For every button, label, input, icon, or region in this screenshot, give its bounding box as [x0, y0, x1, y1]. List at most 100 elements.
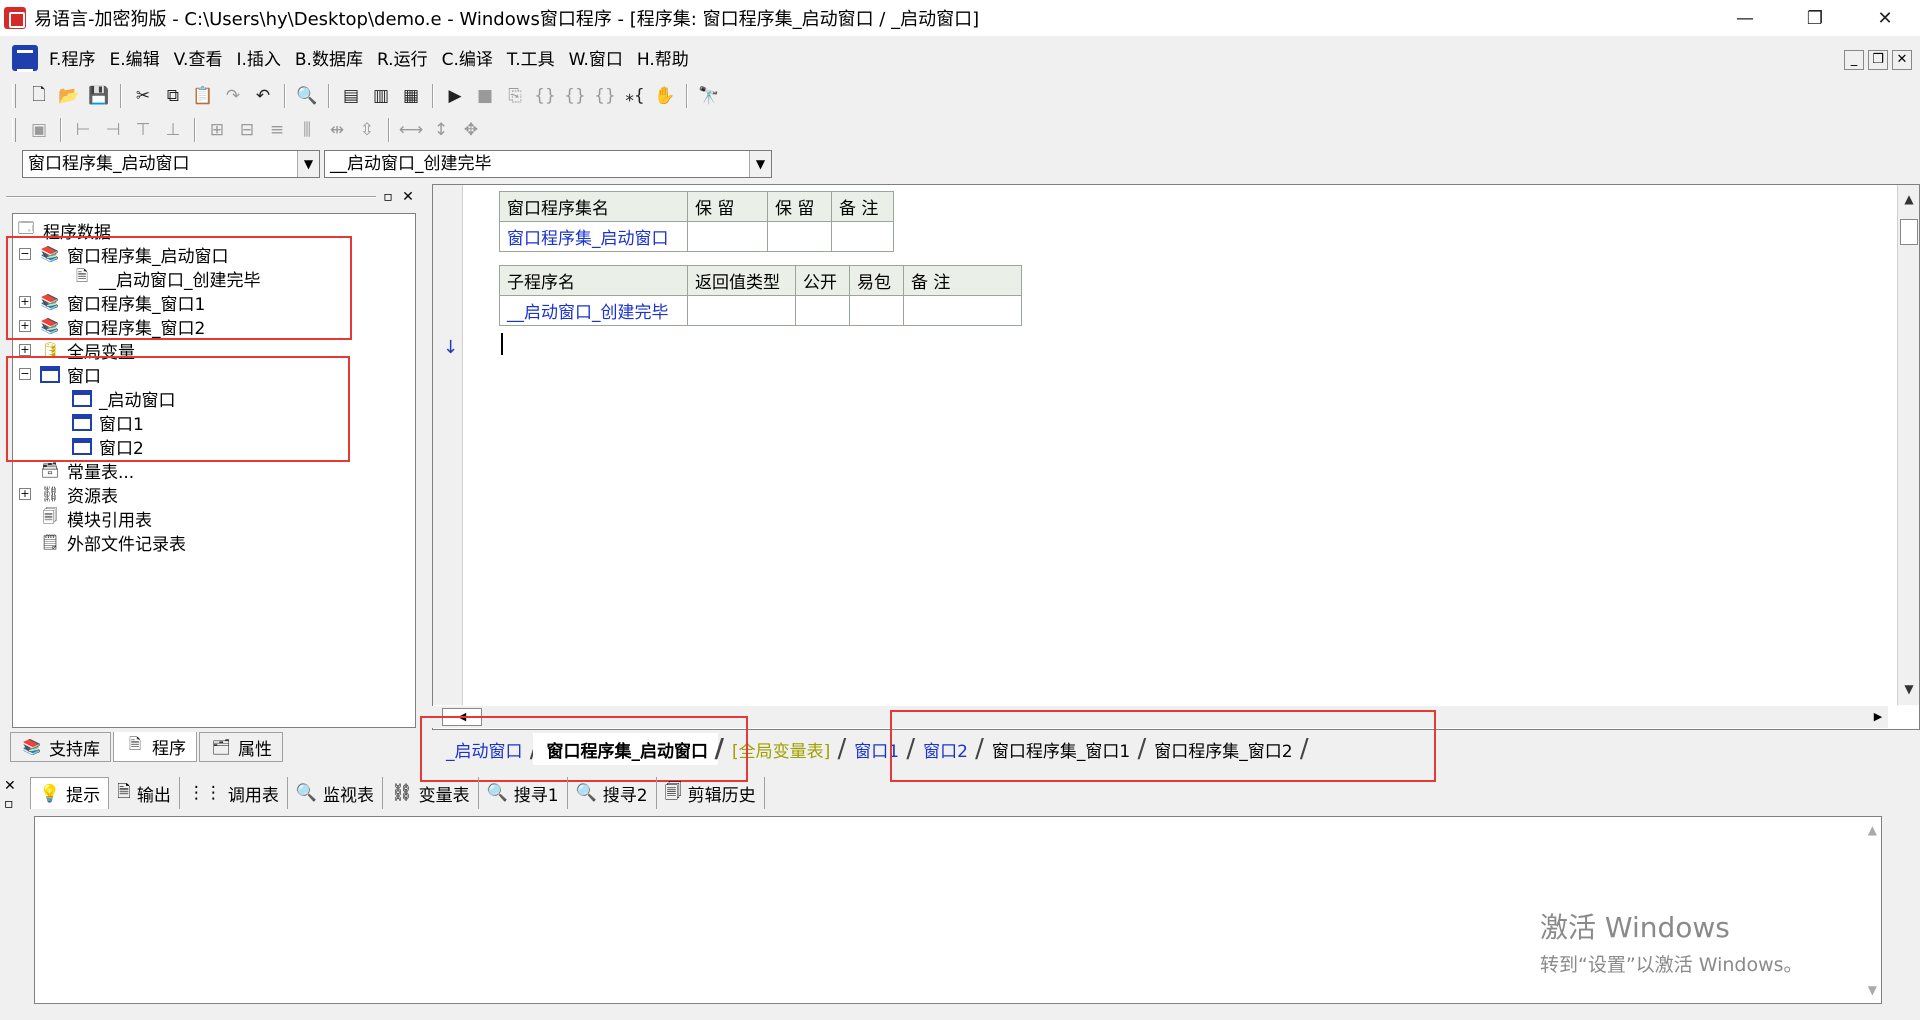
redo-icon[interactable]: ↷ — [218, 82, 248, 110]
tab-search1[interactable]: 🔍 搜寻1 — [479, 777, 568, 809]
toolbar-grip[interactable] — [12, 84, 16, 108]
tab-call-stack[interactable]: ⋮⋮ 调用表 — [180, 777, 288, 809]
center-horizontal-icon[interactable]: ⊞ — [202, 116, 232, 144]
tree-item-external-files[interactable]: 🗒 外部文件记录表 — [39, 530, 186, 555]
minimize-button[interactable]: — — [1710, 0, 1780, 36]
run-icon[interactable]: ▶ — [440, 82, 470, 110]
scroll-down-icon[interactable]: ▼ — [1900, 679, 1918, 699]
step-icon[interactable]: ⎘ — [500, 82, 530, 110]
menu-run[interactable]: R.运行 — [370, 38, 435, 78]
menu-tools[interactable]: T.工具 — [500, 38, 562, 78]
copy-icon[interactable]: ⧉ — [158, 82, 188, 110]
mdi-restore-button[interactable]: ❐ — [1868, 50, 1888, 70]
expand-icon[interactable]: + — [19, 344, 31, 356]
tab-watch[interactable]: 🔍 监视表 — [288, 777, 384, 809]
form-icon[interactable]: ▣ — [24, 116, 54, 144]
tab-properties[interactable]: 🗂 属性 — [199, 732, 283, 762]
hand-icon[interactable]: ✋ — [650, 82, 680, 110]
layout-left-icon[interactable]: ▤ — [336, 82, 366, 110]
align-toolbar: ▣ ⊢ ⊣ ⊤ ⊥ ⊞ ⊟ ≡ ⫼ ⇹ ⇳ ⟷ ↕ ✥ — [0, 114, 486, 146]
tab-variables[interactable]: ⛓ 变量表 — [383, 777, 479, 809]
step-over-icon[interactable]: {} — [560, 82, 590, 110]
scroll-down-icon[interactable]: ▼ — [1868, 983, 1877, 997]
height-icon[interactable]: ↕ — [426, 116, 456, 144]
save-icon[interactable]: 💾 — [84, 82, 114, 110]
chevron-down-icon[interactable]: ▼ — [749, 151, 771, 177]
space-vertical-icon[interactable]: ⇳ — [352, 116, 382, 144]
stop-icon[interactable]: ■ — [470, 82, 500, 110]
menu-logo-icon[interactable] — [12, 45, 38, 72]
undo-icon[interactable]: ↶ — [248, 82, 278, 110]
step-into-icon[interactable]: {} — [530, 82, 560, 110]
tab-clip-history[interactable]: 🗐 剪辑历史 — [657, 777, 765, 809]
align-right-icon[interactable]: ⊣ — [98, 116, 128, 144]
table-cell[interactable] — [903, 295, 1022, 326]
run-to-cursor-icon[interactable]: ⁎{ — [620, 82, 650, 110]
mdi-minimize-button[interactable]: _ — [1844, 50, 1864, 70]
align-top-icon[interactable]: ⊤ — [128, 116, 158, 144]
panel-restore-icon[interactable]: ▫ — [4, 794, 22, 814]
col-header: 子程序名 — [499, 265, 688, 296]
menu-view[interactable]: V.查看 — [167, 38, 230, 78]
table-cell[interactable] — [849, 295, 904, 326]
scroll-up-icon[interactable]: ▲ — [1900, 189, 1918, 209]
menu-program[interactable]: F.程序 — [42, 38, 102, 78]
restore-button[interactable]: ❐ — [1780, 0, 1850, 36]
tab-output[interactable]: 🗎 输出 — [109, 777, 180, 809]
space-horizontal-icon[interactable]: ⇹ — [322, 116, 352, 144]
col-header: 易包 — [849, 265, 904, 296]
center-vertical-icon[interactable]: ⊟ — [232, 116, 262, 144]
program-set-combo[interactable]: 窗口程序集_启动窗口 ▼ — [22, 150, 320, 178]
align-bottom-icon[interactable]: ⊥ — [158, 116, 188, 144]
tree-item-module-refs[interactable]: 🗐 模块引用表 — [39, 506, 153, 531]
vertical-scrollbar[interactable]: ▲ ▼ — [1897, 185, 1919, 705]
scroll-right-icon[interactable]: ▶ — [1868, 708, 1888, 726]
mdi-close-button[interactable]: ✕ — [1892, 50, 1912, 70]
chevron-down-icon[interactable]: ▼ — [297, 151, 319, 177]
step-out-icon[interactable]: {} — [590, 82, 620, 110]
program-set-name-cell[interactable]: 窗口程序集_启动窗口 — [499, 221, 688, 252]
table-cell[interactable] — [687, 221, 768, 252]
menu-edit[interactable]: E.编辑 — [102, 38, 166, 78]
same-width-icon[interactable]: ⫼ — [292, 116, 322, 144]
tab-support-library[interactable]: 📚 支持库 — [10, 732, 111, 762]
tab-search2[interactable]: 🔍 搜寻2 — [568, 777, 657, 809]
call-stack-icon: ⋮⋮ — [187, 783, 222, 803]
panel-close-icon[interactable]: ✕ — [400, 190, 416, 206]
panel-restore-icon[interactable]: ▫ — [380, 190, 396, 206]
find-icon[interactable]: 🔍 — [292, 82, 322, 110]
menu-compile[interactable]: C.编译 — [435, 38, 500, 78]
open-folder-icon[interactable]: 📂 — [54, 82, 84, 110]
table-cell[interactable] — [687, 295, 796, 326]
toolbar-grip[interactable] — [12, 118, 16, 142]
same-height-icon[interactable]: ≡ — [262, 116, 292, 144]
menu-help[interactable]: H.帮助 — [630, 38, 696, 78]
close-button[interactable]: ✕ — [1850, 0, 1920, 36]
tree-item-resources[interactable]: + ⛓ 资源表 — [19, 482, 118, 507]
width-icon[interactable]: ⟷ — [396, 116, 426, 144]
toolbar-separator — [120, 84, 122, 108]
subroutine-combo[interactable]: __启动窗口_创建完毕 ▼ — [324, 150, 772, 178]
align-left-icon[interactable]: ⊢ — [68, 116, 98, 144]
new-file-icon[interactable]: 🗋 — [24, 82, 54, 110]
cut-icon[interactable]: ✂ — [128, 82, 158, 110]
tab-hint[interactable]: 💡 提示 — [30, 777, 110, 809]
size-both-icon[interactable]: ✥ — [456, 116, 486, 144]
tab-program[interactable]: 🗎 程序 — [113, 732, 197, 762]
layout-full-icon[interactable]: ▦ — [396, 82, 426, 110]
expand-icon[interactable]: + — [19, 488, 31, 500]
layout-bottom-icon[interactable]: ▥ — [366, 82, 396, 110]
code-editor[interactable]: 窗口程序集名 保 留 保 留 备 注 窗口程序集_启动窗口 子程序名 返回值类型… — [432, 184, 1920, 730]
menu-window[interactable]: W.窗口 — [562, 38, 630, 78]
scroll-thumb[interactable] — [1900, 219, 1918, 245]
binoculars-icon[interactable]: 🔭 — [694, 82, 724, 110]
panel-close-icon[interactable]: ✕ — [4, 778, 22, 794]
subroutine-name-cell[interactable]: __启动窗口_创建完毕 — [499, 295, 688, 326]
menu-insert[interactable]: I.插入 — [229, 38, 287, 78]
menu-database[interactable]: B.数据库 — [288, 38, 370, 78]
table-cell[interactable] — [831, 221, 894, 252]
scroll-up-icon[interactable]: ▲ — [1868, 823, 1877, 837]
table-cell[interactable] — [767, 221, 832, 252]
paste-icon[interactable]: 📋 — [188, 82, 218, 110]
table-cell[interactable] — [795, 295, 850, 326]
